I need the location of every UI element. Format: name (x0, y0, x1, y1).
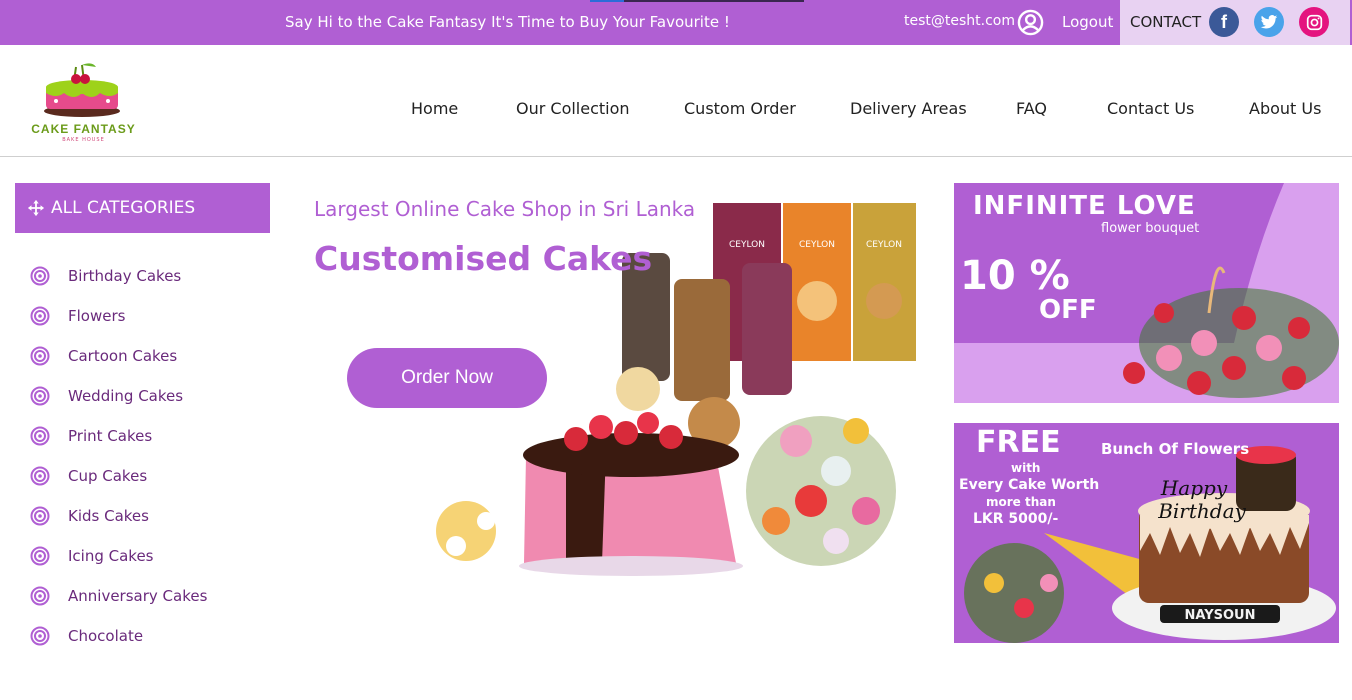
category-label: Birthday Cakes (68, 267, 182, 285)
nav-custom-order[interactable]: Custom Order (684, 99, 796, 118)
target-icon (30, 626, 50, 646)
categories-header[interactable]: ALL CATEGORIES (15, 183, 270, 233)
categories-title: ALL CATEGORIES (51, 198, 196, 218)
move-arrows-icon (27, 199, 45, 217)
product-label: CEYLON (866, 240, 902, 250)
infinite-love-title: INFINITE LOVE (973, 191, 1196, 221)
infinite-love-subtitle: flower bouquet (1101, 221, 1200, 236)
loading-progress-fill (590, 0, 625, 2)
user-email: test@tesht.com (904, 13, 1015, 29)
category-birthday-cakes[interactable]: Birthday Cakes (30, 263, 270, 289)
hero-subtitle: Largest Online Cake Shop in Sri Lanka (314, 197, 696, 221)
with-text: with (1011, 461, 1041, 475)
category-kids-cakes[interactable]: Kids Cakes (30, 503, 270, 529)
nav-contact-us[interactable]: Contact Us (1107, 99, 1194, 118)
target-icon (30, 546, 50, 566)
nav-faq[interactable]: FAQ (1016, 99, 1047, 118)
target-icon (30, 386, 50, 406)
nav-delivery-areas[interactable]: Delivery Areas (850, 99, 967, 118)
target-icon (30, 306, 50, 326)
category-cup-cakes[interactable]: Cup Cakes (30, 463, 270, 489)
logout-link[interactable]: Logout (1062, 13, 1113, 31)
category-label: Cartoon Cakes (68, 347, 178, 365)
bunch-of-flowers: Bunch Of Flowers (1101, 440, 1250, 458)
category-label: Chocolate (68, 627, 144, 645)
facebook-icon[interactable]: f (1209, 7, 1239, 37)
category-icing-cakes[interactable]: Icing Cakes (30, 543, 270, 569)
target-icon (30, 346, 50, 366)
cake-logo-icon (44, 63, 120, 117)
user-account-icon[interactable] (1017, 9, 1044, 36)
logo-name: CAKE FANTASY (31, 122, 136, 136)
category-print-cakes[interactable]: Print Cakes (30, 423, 270, 449)
category-anniversary-cakes[interactable]: Anniversary Cakes (30, 583, 270, 609)
contact-label[interactable]: CONTACT (1130, 13, 1201, 31)
category-label: Wedding Cakes (68, 387, 184, 405)
nav-our-collection[interactable]: Our Collection (516, 99, 630, 118)
category-flowers[interactable]: Flowers (30, 303, 270, 329)
site-logo[interactable]: CAKE FANTASY BAKE HOUSE (26, 59, 141, 147)
discount-off: OFF (1039, 295, 1097, 325)
target-icon (30, 426, 50, 446)
category-cartoon-cakes[interactable]: Cartoon Cakes (30, 343, 270, 369)
target-icon (30, 506, 50, 526)
order-now-button[interactable]: Order Now (347, 348, 547, 408)
free-title: FREE (976, 425, 1061, 460)
category-label: Kids Cakes (68, 507, 149, 525)
logo-tagline: BAKE HOUSE (62, 137, 105, 143)
target-icon (30, 586, 50, 606)
every-cake-worth: Every Cake Worth (959, 477, 1100, 493)
contact-area: CONTACT f (1120, 0, 1350, 45)
loading-progress-bar (590, 0, 804, 2)
product-label: CEYLON (799, 240, 835, 250)
category-label: Print Cakes (68, 427, 153, 445)
svg-text:NAYSOUN: NAYSOUN (1185, 608, 1256, 623)
nav-about-us[interactable]: About Us (1249, 99, 1321, 118)
top-bar: Say Hi to the Cake Fantasy It's Time to … (0, 0, 1352, 45)
product-label: CEYLON (729, 240, 765, 250)
twitter-icon[interactable] (1254, 7, 1284, 37)
category-label: Cup Cakes (68, 467, 148, 485)
discount-value: 10 % (960, 253, 1070, 299)
more-than-text: more than (986, 495, 1056, 509)
svg-text:Birthday: Birthday (1157, 499, 1246, 523)
category-label: Icing Cakes (68, 547, 154, 565)
category-label: Anniversary Cakes (68, 587, 208, 605)
free-flowers-banner[interactable]: Happy Birthday NAYSOUN FREE Bunch Of Flo… (954, 423, 1339, 643)
target-icon (30, 266, 50, 286)
target-icon (30, 466, 50, 486)
svg-text:Happy: Happy (1160, 476, 1228, 500)
hero-title: Customised Cakes (314, 239, 653, 278)
category-label: Flowers (68, 307, 126, 325)
infinite-love-banner[interactable]: INFINITE LOVE flower bouquet 10 % OFF (954, 183, 1339, 403)
lkr-amount: LKR 5000/- (973, 511, 1059, 527)
instagram-icon[interactable] (1299, 7, 1329, 37)
promo-text: Say Hi to the Cake Fantasy It's Time to … (285, 13, 730, 31)
category-wedding-cakes[interactable]: Wedding Cakes (30, 383, 270, 409)
site-header: CAKE FANTASY BAKE HOUSE Home Our Collect… (0, 45, 1352, 157)
hero-banner: CEYLON CEYLON CEYLON Largest Online Cake… (300, 183, 920, 583)
category-chocolate[interactable]: Chocolate (30, 623, 270, 649)
nav-home[interactable]: Home (411, 99, 458, 118)
